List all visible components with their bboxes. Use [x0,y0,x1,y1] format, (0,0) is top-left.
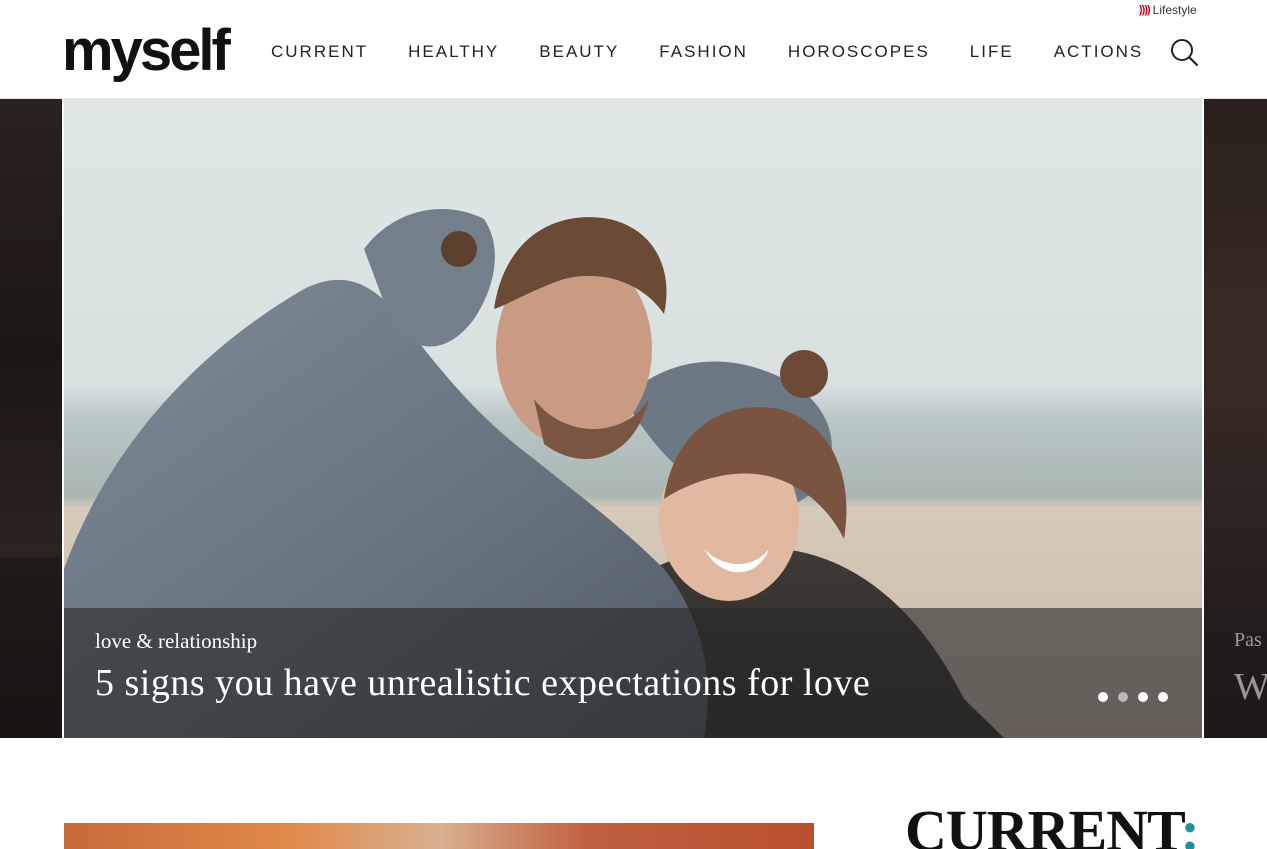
nav-item-horoscopes[interactable]: HOROSCOPES [788,40,930,64]
next-slide-category: Pas [1234,629,1262,651]
nav-item-beauty[interactable]: BEAUTY [539,40,619,64]
nav-item-healthy[interactable]: HEALTHY [408,40,499,64]
nav-item-actions[interactable]: ACTIONS [1054,40,1144,64]
section-heading: CURRENT: [905,796,1200,849]
slider-dot-1[interactable] [1098,692,1108,702]
previous-slide-caption [0,557,62,738]
slider-dot-4[interactable] [1158,692,1168,702]
next-slide-title: W [1234,666,1267,708]
slider-pagination [1098,692,1178,702]
section-heading-text: CURRENT [905,798,1181,849]
slider-dot-3[interactable] [1138,692,1148,702]
slide-title[interactable]: 5 signs you have unrealistic expectation… [95,661,870,705]
slider-dot-2[interactable] [1118,692,1128,702]
site-logo[interactable]: myself [62,22,231,80]
nav-item-life[interactable]: LIFE [970,40,1014,64]
network-link[interactable]: )))) Lifestyle [1139,3,1197,17]
article-teaser-image[interactable] [64,823,814,849]
hero-slider: love & relationship 5 signs you have unr… [0,99,1267,738]
previous-slide-peek[interactable] [0,99,62,738]
nav-item-fashion[interactable]: FASHION [659,40,748,64]
nav-item-current[interactable]: CURRENT [271,40,368,64]
network-label: Lifestyle [1152,3,1197,17]
section-heading-colon: : [1180,798,1200,849]
slide-category[interactable]: love & relationship [95,629,257,654]
main-nav: CURRENT HEALTHY BEAUTY FASHION HOROSCOPE… [271,40,1183,64]
signal-icon: )))) [1139,4,1151,16]
active-slide[interactable]: love & relationship 5 signs you have unr… [64,99,1202,738]
next-slide-peek[interactable]: Pas W [1204,99,1267,738]
search-button[interactable] [1168,36,1200,68]
search-icon [1171,39,1199,67]
site-header: myself CURRENT HEALTHY BEAUTY FASHION HO… [0,0,1267,99]
